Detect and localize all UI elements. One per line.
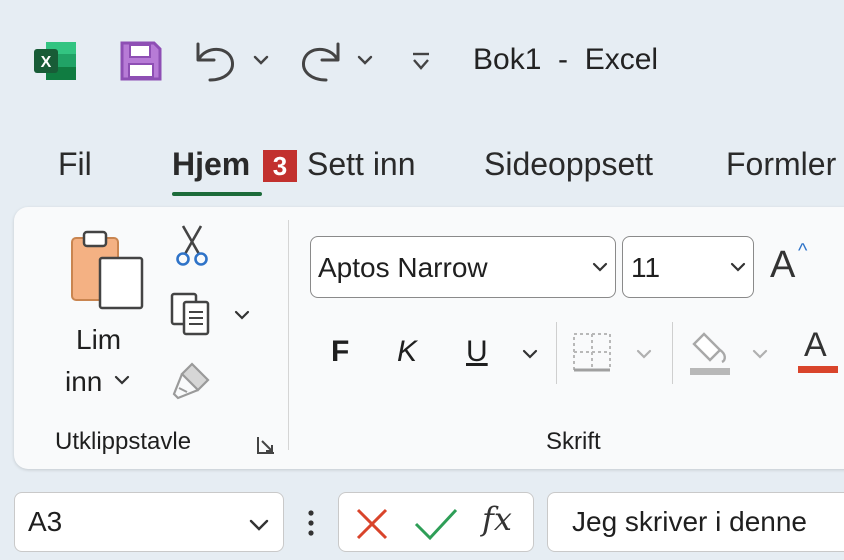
fill-color-icon[interactable] <box>686 326 736 378</box>
font-color-label: A <box>804 326 827 364</box>
redo-dropdown-chevron-icon[interactable] <box>354 50 376 70</box>
insert-function-button[interactable]: fx <box>482 500 512 538</box>
format-painter-icon[interactable] <box>168 358 216 404</box>
name-box-chevron-icon[interactable] <box>246 514 272 536</box>
fill-color-chevron-icon[interactable] <box>750 344 770 364</box>
tab-page-layout[interactable]: Sideoppsett <box>484 146 653 183</box>
caret-up-icon: ^ <box>798 240 808 262</box>
cancel-icon[interactable] <box>352 504 392 544</box>
redo-icon[interactable] <box>296 36 346 86</box>
copy-icon[interactable] <box>166 290 216 338</box>
enter-check-icon[interactable] <box>412 504 460 544</box>
paste-label-line1[interactable]: Lim <box>76 324 121 356</box>
font-color-swatch <box>798 366 838 373</box>
bold-button[interactable]: F <box>331 335 349 369</box>
clipboard-dialog-launcher-icon[interactable] <box>254 433 278 457</box>
formula-content: Jeg skriver i denne <box>572 506 808 537</box>
borders-icon[interactable] <box>570 330 616 376</box>
paste-label-line2[interactable]: inn <box>65 366 102 398</box>
name-box-value: A3 <box>28 506 63 537</box>
undo-dropdown-chevron-icon[interactable] <box>250 50 272 70</box>
font-name-value: Aptos Narrow <box>318 252 488 283</box>
paste-dropdown-chevron-icon[interactable] <box>112 370 132 390</box>
italic-button[interactable]: K <box>397 335 417 369</box>
more-options-icon[interactable] <box>302 506 320 540</box>
tab-insert[interactable]: Sett inn <box>307 146 416 183</box>
font-group-label: Skrift <box>546 428 601 455</box>
window-title: Bok1 - Excel <box>473 43 659 76</box>
clipboard-group-label: Utklippstavle <box>55 428 192 455</box>
font-name-chevron-icon[interactable] <box>590 257 610 277</box>
font-color-button[interactable]: A <box>796 326 842 376</box>
font-size-value: 11 <box>631 252 661 283</box>
underline-chevron-icon[interactable] <box>520 344 540 364</box>
tab-home[interactable]: Hjem <box>172 146 250 183</box>
copy-dropdown-chevron-icon[interactable] <box>232 305 252 325</box>
toolbar-separator-2 <box>672 322 673 384</box>
active-tab-indicator <box>172 192 262 196</box>
svg-text:X: X <box>41 54 52 71</box>
borders-chevron-icon[interactable] <box>634 344 654 364</box>
customize-toolbar-icon[interactable] <box>408 48 434 74</box>
toolbar-separator <box>556 322 557 384</box>
step-number-badge: 3 <box>263 150 297 182</box>
increase-font-size-button[interactable]: A ^ <box>770 240 820 288</box>
group-separator <box>288 220 289 450</box>
font-size-chevron-icon[interactable] <box>728 257 748 277</box>
tab-formulas[interactable]: Formler <box>726 146 836 183</box>
save-icon[interactable] <box>118 39 164 83</box>
increase-font-size-label: A <box>770 244 796 286</box>
paste-icon[interactable] <box>66 226 148 312</box>
underline-button[interactable]: U <box>466 335 488 369</box>
tab-file[interactable]: Fil <box>58 146 92 183</box>
cut-icon[interactable] <box>172 222 212 268</box>
excel-logo-icon: X <box>32 40 78 82</box>
undo-icon[interactable] <box>190 36 240 86</box>
